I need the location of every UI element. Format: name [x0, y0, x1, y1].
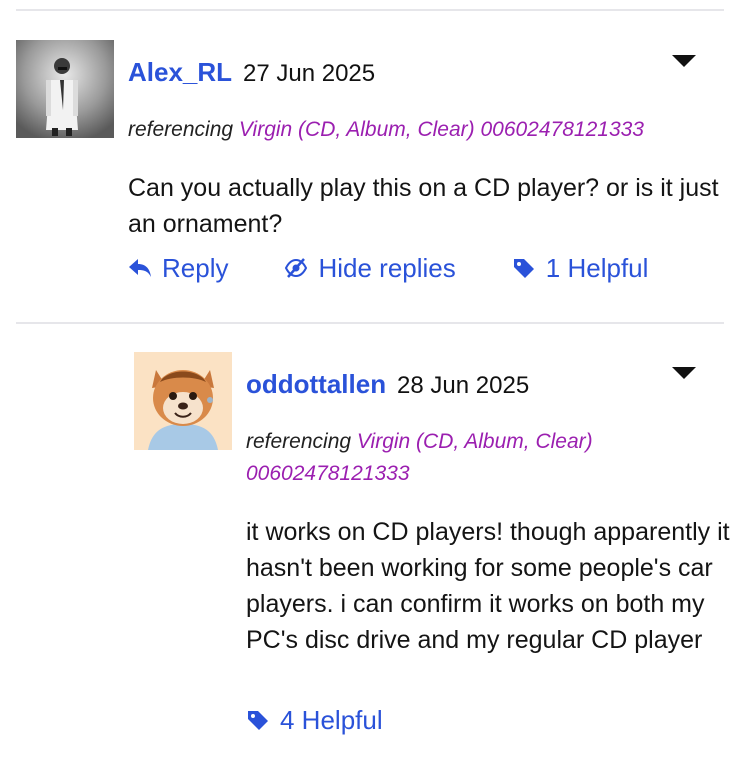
comment-menu-button[interactable] — [664, 358, 704, 386]
referencing-label: referencing — [128, 118, 234, 141]
top-divider — [16, 9, 724, 11]
comment-body: it works on CD players! though apparentl… — [246, 518, 730, 654]
release-reference: referencing Virgin (CD, Album, Clear) 00… — [128, 114, 728, 146]
comment-actions: 4 Helpful — [246, 702, 383, 738]
helpful-button[interactable]: 4 Helpful — [246, 705, 383, 736]
helpful-button[interactable]: 1 Helpful — [512, 252, 649, 284]
referencing-label: referencing — [246, 430, 352, 453]
comment-menu-button[interactable] — [664, 46, 704, 74]
reply-label: Reply — [162, 252, 229, 283]
release-link[interactable]: Virgin (CD, Album, Clear) 00602478121333 — [239, 118, 644, 141]
avatar-cartoon-image — [134, 352, 232, 450]
helpful-label: 4 Helpful — [280, 704, 383, 735]
comment-header: Alex_RL 27 Jun 2025 — [128, 56, 375, 90]
eye-slash-icon — [285, 258, 308, 278]
tag-icon — [513, 259, 534, 278]
username-link[interactable]: Alex_RL — [128, 57, 232, 87]
tag-icon — [248, 711, 268, 730]
username-link[interactable]: oddottallen — [246, 369, 386, 399]
caret-down-icon — [672, 55, 696, 67]
comment-divider — [16, 322, 724, 324]
avatar-photo-image — [16, 40, 114, 138]
release-reference: referencing Virgin (CD, Album, Clear) 00… — [246, 426, 666, 490]
comments-thread: Alex_RL 27 Jun 2025 referencing Virgin (… — [0, 0, 750, 773]
hide-replies-button[interactable]: Hide replies — [284, 252, 456, 284]
avatar[interactable] — [16, 40, 114, 138]
comment-header: oddottallen 28 Jun 2025 — [246, 368, 529, 402]
avatar[interactable] — [134, 352, 232, 450]
comment-body: Can you actually play this on a CD playe… — [128, 174, 719, 238]
comment-date: 28 Jun 2025 — [397, 372, 530, 399]
helpful-label: 1 Helpful — [545, 252, 649, 283]
caret-down-icon — [672, 367, 696, 379]
reply-button[interactable]: Reply — [128, 253, 228, 284]
hide-replies-label: Hide replies — [318, 252, 456, 283]
reply-arrow-icon — [129, 259, 151, 277]
comment-date: 27 Jun 2025 — [243, 60, 376, 87]
comment-actions: Reply Hide replies 1 Helpful — [128, 250, 648, 286]
